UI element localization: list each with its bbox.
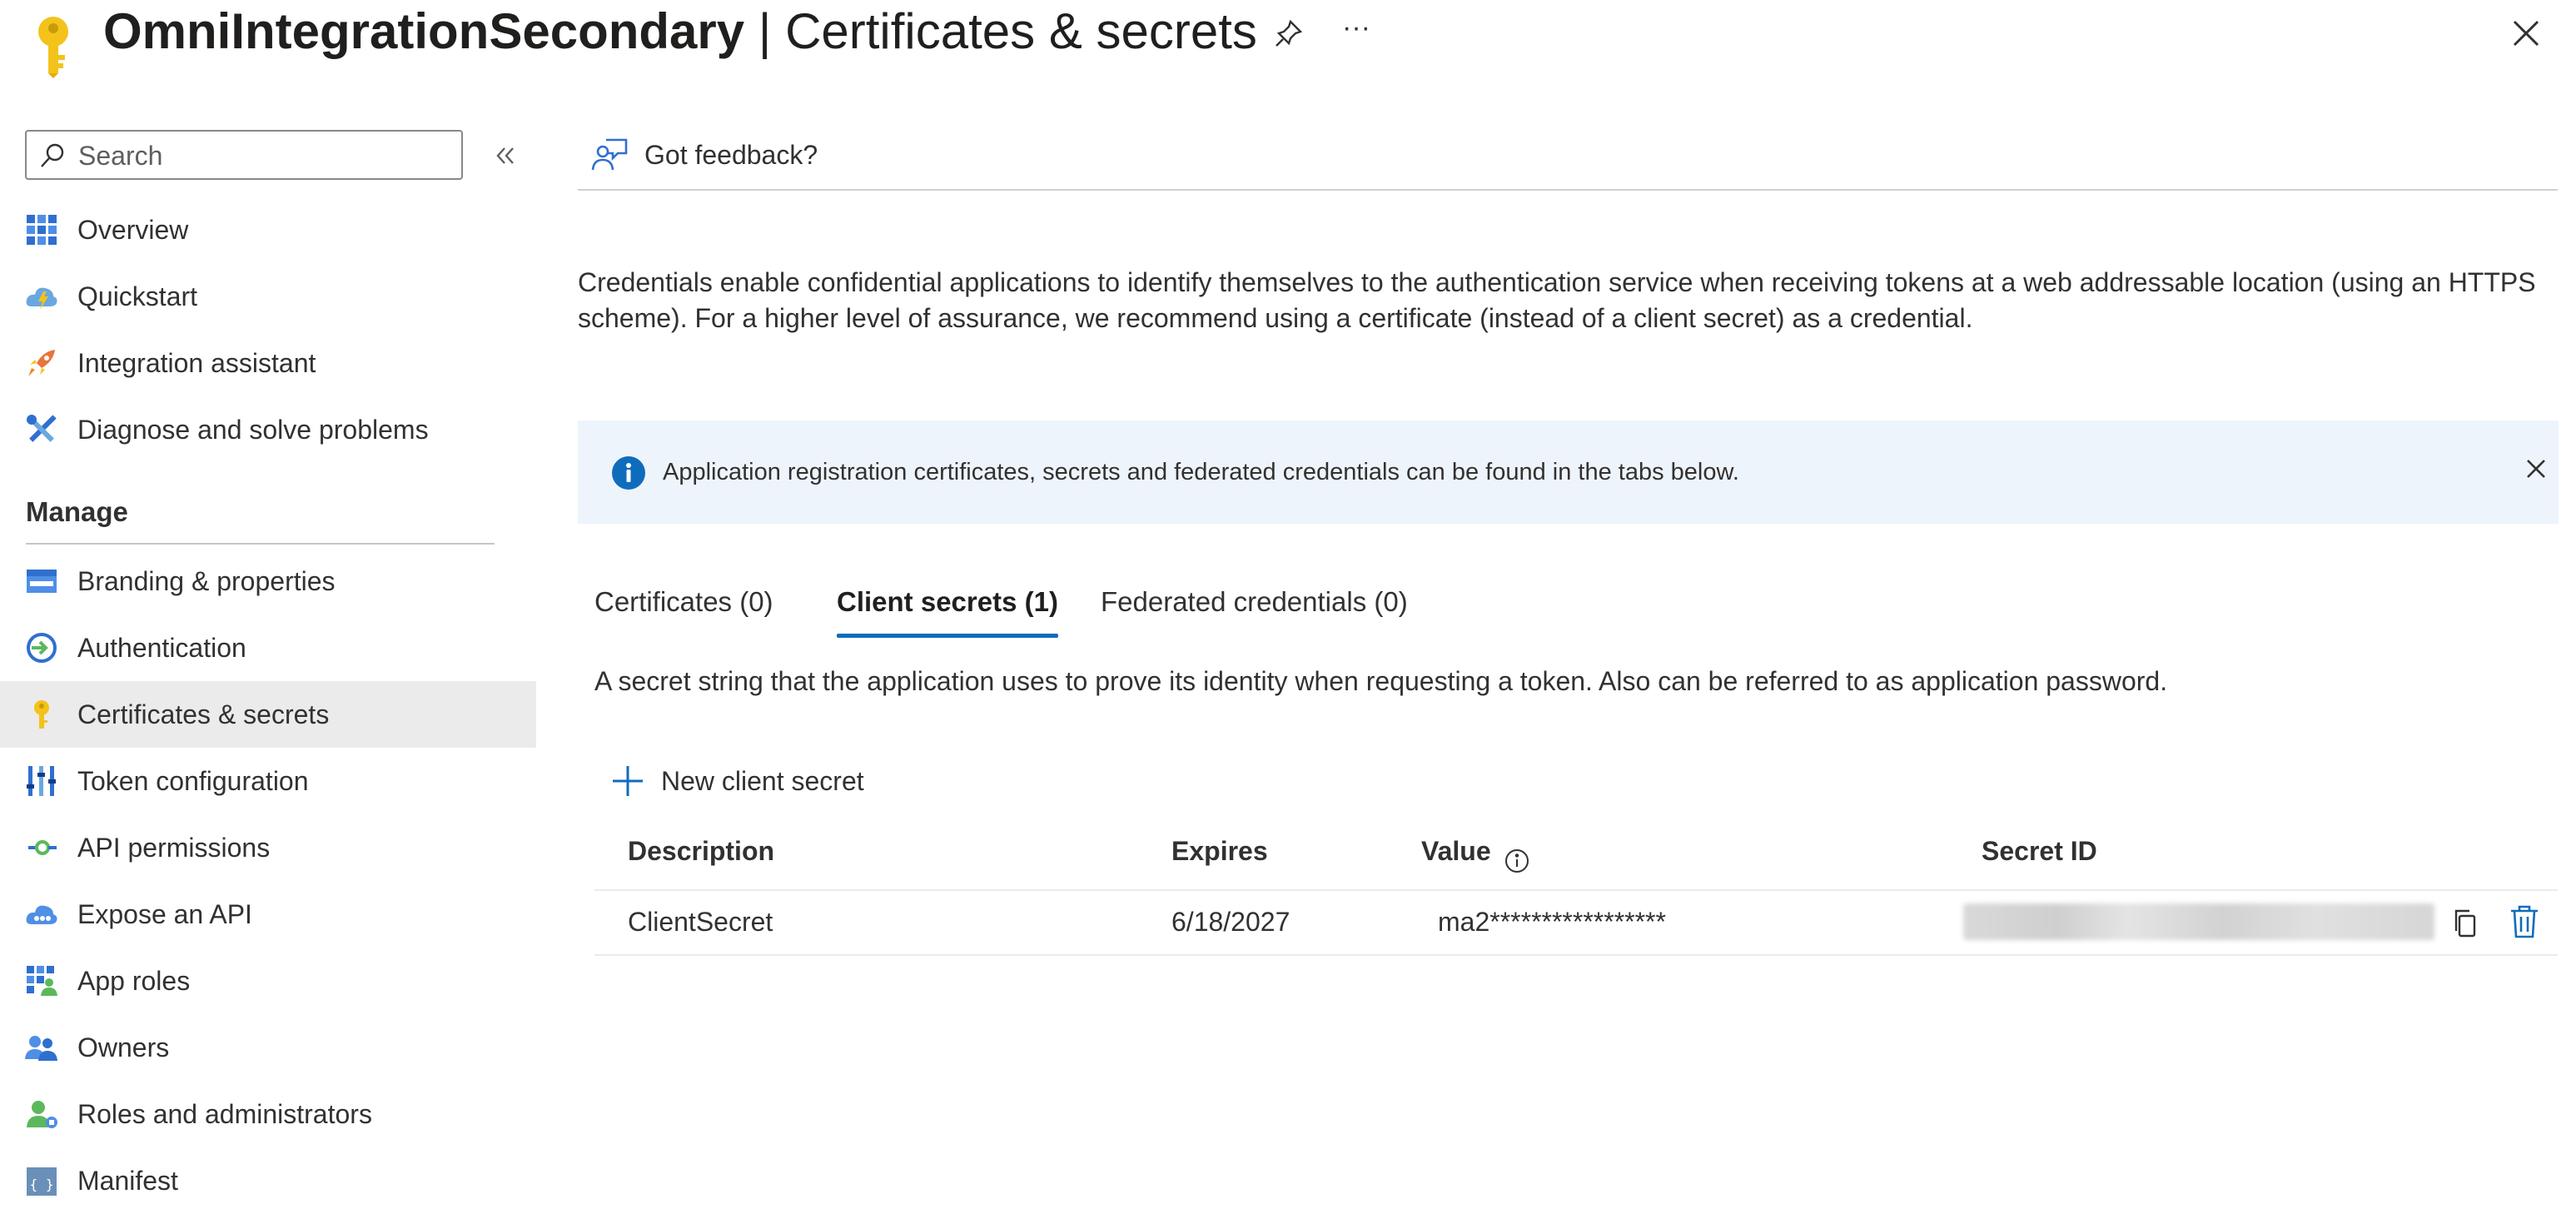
column-header-value-label: Value: [1421, 836, 1491, 866]
collapse-sidebar-icon[interactable]: [491, 142, 520, 170]
key-icon: [25, 698, 58, 731]
column-header-description[interactable]: Description: [628, 826, 774, 876]
sidebar-item-owners[interactable]: Owners: [0, 1014, 536, 1081]
dismiss-banner-icon[interactable]: [2524, 457, 2548, 480]
sidebar-item-label: App roles: [77, 966, 191, 996]
cell-value: ma2*****************: [1438, 907, 1666, 937]
sidebar-item-label: Token configuration: [77, 766, 309, 796]
app-name: OmniIntegrationSecondary: [103, 3, 745, 59]
svg-text:{ }: { }: [30, 1177, 54, 1192]
overview-grid-icon: [25, 213, 58, 246]
tools-icon: [25, 413, 58, 446]
sidebar-item-label: Authentication: [77, 633, 246, 663]
cell-description: ClientSecret: [628, 907, 773, 937]
info-circle-icon[interactable]: [1504, 840, 1530, 873]
pin-icon[interactable]: [1272, 17, 1305, 50]
sidebar-item-authentication[interactable]: Authentication: [0, 614, 536, 681]
tab-client-secrets[interactable]: Client secrets (1): [837, 575, 1058, 638]
info-banner: Application registration certificates, s…: [578, 420, 2559, 524]
sidebar-item-overview[interactable]: Overview: [0, 197, 536, 263]
sidebar-item-label: Roles and administrators: [77, 1099, 372, 1129]
sidebar-item-label: Diagnose and solve problems: [77, 415, 429, 445]
token-bars-icon: [25, 764, 58, 798]
close-icon[interactable]: [2509, 17, 2543, 50]
cell-expires: 6/18/2027: [1171, 907, 1290, 937]
more-options-button[interactable]: ···: [1342, 7, 1370, 48]
cloud-api-icon: [25, 898, 58, 931]
authentication-icon: [25, 631, 58, 664]
search-icon: [38, 142, 67, 170]
delete-icon[interactable]: [2509, 904, 2539, 939]
info-banner-text: Application registration certificates, s…: [663, 459, 1739, 485]
section-divider: [26, 543, 495, 545]
title-separator: |: [744, 3, 786, 59]
column-header-secret-id[interactable]: Secret ID: [1982, 826, 2097, 876]
column-header-value[interactable]: Value: [1421, 826, 1530, 876]
sidebar-section-manage: Manage: [26, 496, 128, 527]
sidebar-item-diagnose[interactable]: Diagnose and solve problems: [0, 396, 536, 463]
page-title: OmniIntegrationSecondary | Certificates …: [103, 0, 1257, 63]
app-key-icon: [30, 15, 77, 78]
plus-icon: [611, 764, 644, 798]
sidebar-item-token-configuration[interactable]: Token configuration: [0, 748, 536, 814]
api-permissions-icon: [25, 831, 58, 864]
sidebar-item-label: Owners: [77, 1032, 170, 1062]
cell-secret-id-redacted: [1963, 903, 2434, 940]
copy-icon[interactable]: [2451, 908, 2479, 939]
table-header-divider: [594, 889, 2558, 891]
sidebar-item-label: Overview: [77, 215, 189, 245]
sidebar-item-roles-administrators[interactable]: Roles and administrators: [0, 1081, 536, 1147]
sidebar-item-manifest[interactable]: { } Manifest: [0, 1147, 536, 1214]
sidebar-item-label: Quickstart: [77, 281, 198, 311]
column-header-expires[interactable]: Expires: [1171, 826, 1268, 876]
roles-admin-icon: [25, 1097, 58, 1131]
tab-federated-credentials[interactable]: Federated credentials (0): [1101, 575, 1408, 633]
branding-icon: [25, 565, 58, 598]
sidebar-item-certificates-secrets[interactable]: Certificates & secrets: [0, 681, 536, 748]
sidebar-item-app-roles[interactable]: App roles: [0, 948, 536, 1014]
search-input[interactable]: [77, 135, 446, 177]
feedback-label: Got feedback?: [644, 140, 818, 170]
sidebar-item-label: Manifest: [77, 1166, 178, 1196]
cloud-lightning-icon: [25, 280, 58, 313]
tab-certificates[interactable]: Certificates (0): [594, 575, 773, 633]
sidebar-item-label: API permissions: [77, 833, 271, 863]
owners-icon: [25, 1031, 58, 1064]
feedback-icon: [591, 137, 629, 175]
sidebar-item-label: Integration assistant: [77, 348, 316, 378]
sidebar-item-expose-api[interactable]: Expose an API: [0, 881, 536, 948]
rocket-icon: [25, 346, 58, 380]
sidebar-item-branding[interactable]: Branding & properties: [0, 548, 536, 614]
command-bar-divider: [578, 189, 2558, 191]
intro-description: Credentials enable confidential applicat…: [578, 267, 2536, 333]
new-client-secret-label: New client secret: [661, 766, 864, 796]
sidebar-item-label: Expose an API: [77, 899, 252, 929]
info-icon: [611, 455, 646, 490]
sidebar-item-label: Certificates & secrets: [77, 699, 330, 729]
tab-description: A secret string that the application use…: [594, 666, 2168, 696]
table-row-divider: [594, 954, 2558, 956]
sidebar-item-api-permissions[interactable]: API permissions: [0, 814, 536, 881]
app-roles-icon: [25, 964, 58, 998]
sidebar-item-label: Branding & properties: [77, 566, 336, 596]
blade-name: Certificates & secrets: [785, 3, 1257, 59]
sidebar-item-integration-assistant[interactable]: Integration assistant: [0, 330, 536, 396]
manifest-icon: { }: [25, 1164, 58, 1197]
sidebar-search[interactable]: [25, 130, 463, 180]
sidebar-item-quickstart[interactable]: Quickstart: [0, 263, 536, 330]
